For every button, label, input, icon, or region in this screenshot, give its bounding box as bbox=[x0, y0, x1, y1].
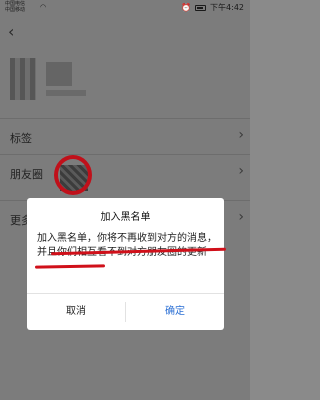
row-moments-label: 朋友圈 bbox=[10, 168, 43, 181]
clock: 下午4:42 bbox=[210, 3, 244, 12]
contact-info-blurred bbox=[46, 90, 86, 96]
chevron-right-icon: › bbox=[238, 127, 244, 143]
row-tags[interactable]: 标签 › bbox=[0, 118, 250, 154]
chevron-right-icon: › bbox=[238, 163, 244, 179]
avatar[interactable] bbox=[10, 58, 36, 100]
contact-name-blurred bbox=[46, 62, 72, 86]
row-tags-label: 标签 bbox=[10, 132, 32, 145]
confirm-button[interactable]: 确定 bbox=[126, 294, 224, 330]
dialog-title: 加入黑名单 bbox=[100, 212, 151, 223]
dialog-message: 加入黑名单，你将不再收到对方的消息，并且你们相互看不到对方朋友圈的更新 bbox=[37, 232, 219, 260]
carrier-2: 中国移动 bbox=[5, 7, 26, 13]
carrier-info: 中国电信 中国移动 bbox=[5, 1, 25, 13]
chevron-right-icon: › bbox=[238, 209, 244, 225]
row-moments[interactable]: 朋友圈 › bbox=[0, 154, 250, 200]
alarm-icon: ⏰ bbox=[181, 3, 192, 12]
red-circle-annotation bbox=[54, 155, 92, 195]
status-right: ⏰ 下午4:42 bbox=[181, 2, 244, 13]
back-arrow-icon[interactable]: ‹ bbox=[8, 22, 14, 41]
blacklist-dialog: 加入黑名单 加入黑名单，你将不再收到对方的消息，并且你们相互看不到对方朋友圈的更… bbox=[27, 198, 227, 330]
wifi-icon: ◠ bbox=[40, 3, 47, 11]
status-bar: 中国电信 中国移动 ◠ ⏰ 下午4:42 bbox=[0, 0, 250, 16]
cancel-button[interactable]: 取消 bbox=[27, 294, 125, 330]
red-underline-annotation bbox=[34, 264, 106, 269]
battery-icon bbox=[195, 4, 207, 11]
dialog-message-part1: 加入黑名单，你将不再收到对方的消息， bbox=[37, 233, 217, 244]
